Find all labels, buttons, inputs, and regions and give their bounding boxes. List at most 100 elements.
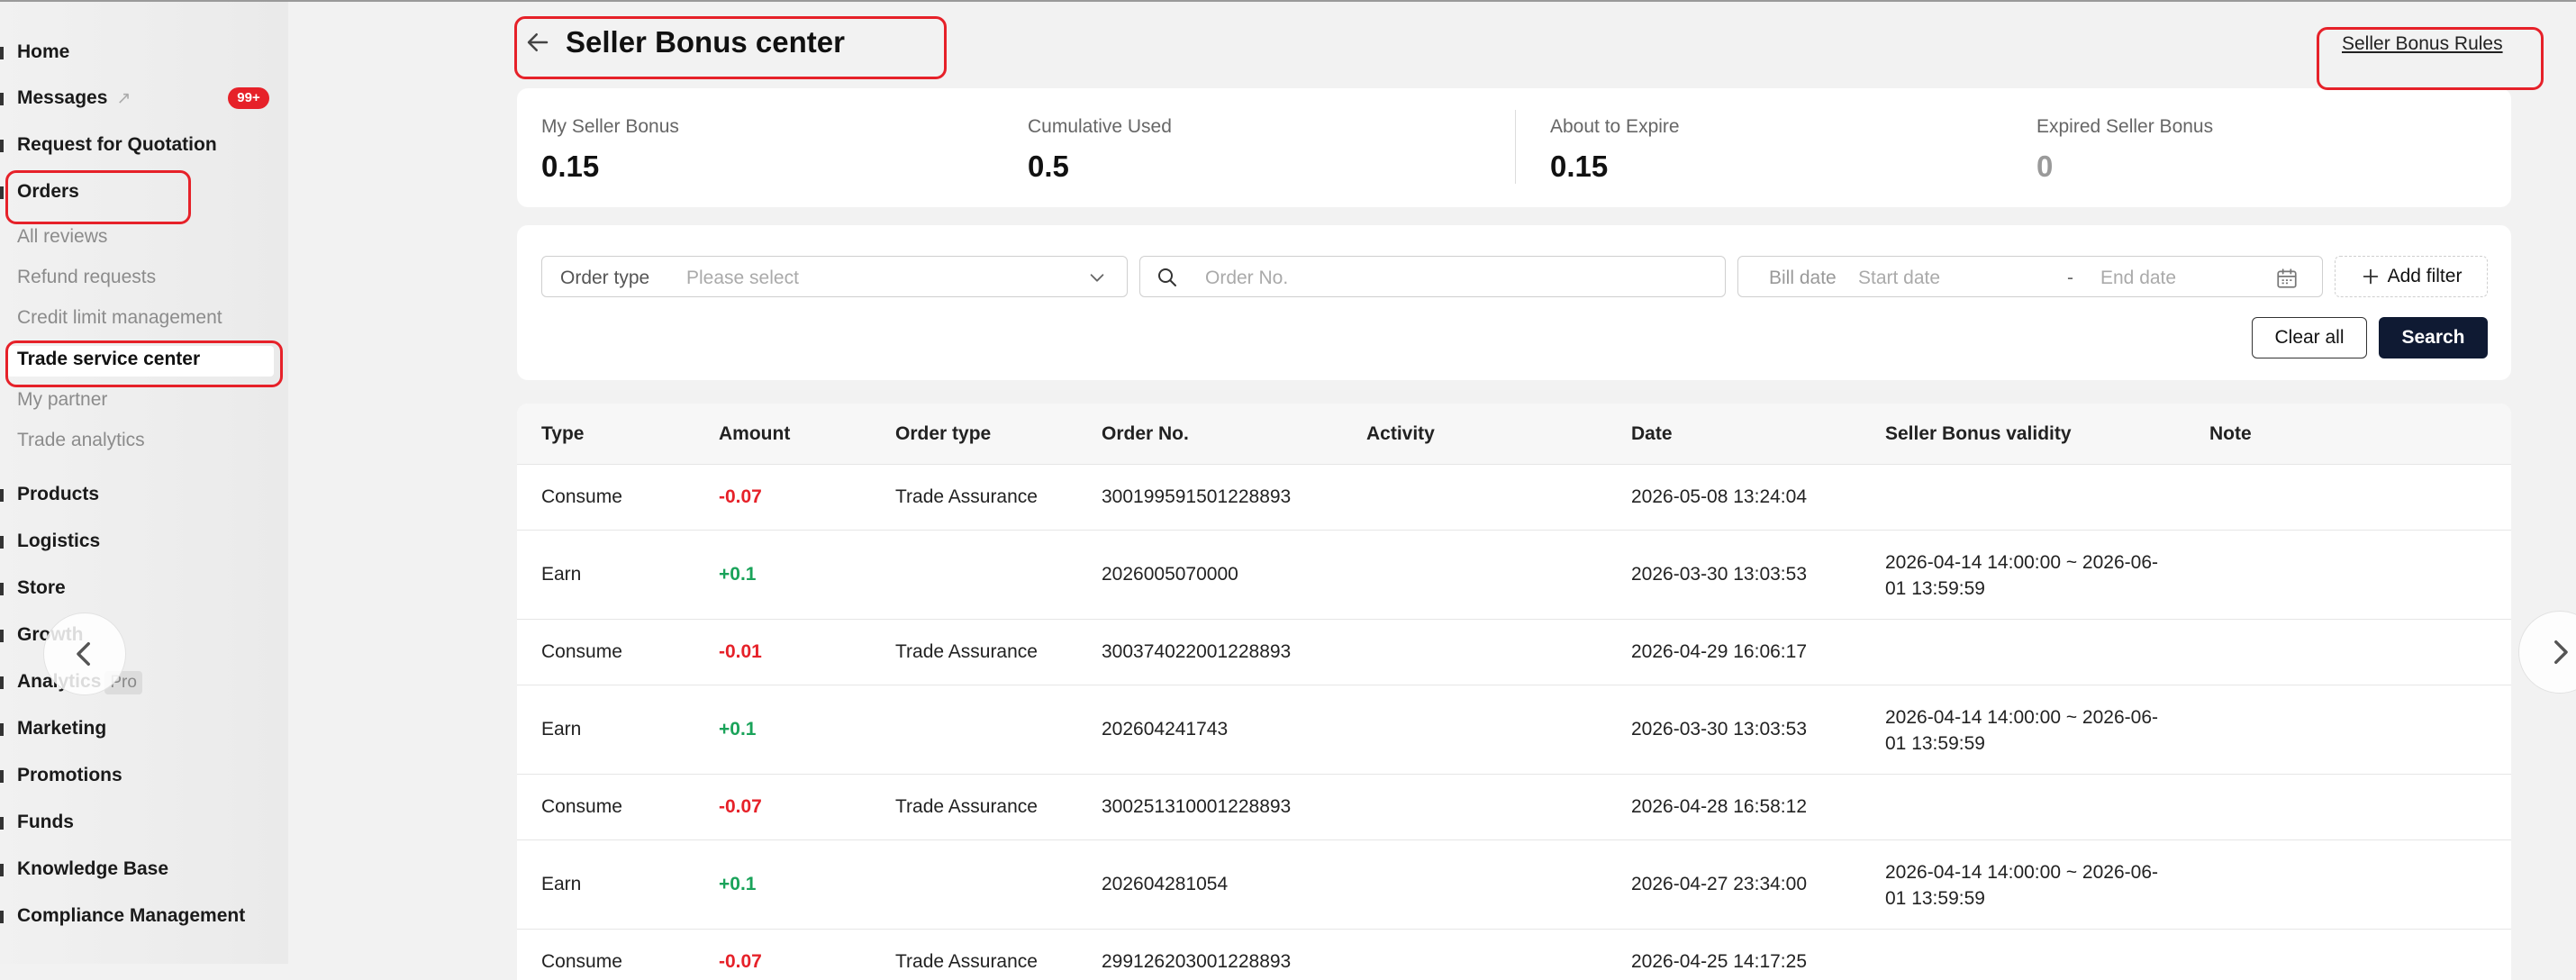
nav-bullet [0, 864, 4, 876]
cell-order-no: 2026005070000 [1102, 564, 1238, 585]
filter-card [517, 225, 2511, 380]
sidebar-item-marketing[interactable]: Marketing [17, 718, 106, 740]
table-row: Earn +0.1 2026005070000 2026-03-30 13:03… [517, 531, 2511, 620]
cell-order-type: Trade Assurance [895, 486, 1038, 507]
stat-label-about-to-expire: About to Expire [1550, 116, 1680, 137]
sidebar-item-label: Promotions [17, 765, 122, 785]
sidebar-item-knowledge-base[interactable]: Knowledge Base [17, 858, 168, 880]
start-date-input[interactable]: Start date [1858, 268, 1940, 289]
sidebar-item-messages[interactable]: Messages ↗ [17, 87, 131, 109]
column-header-validity: Seller Bonus validity [1885, 423, 2072, 444]
cell-amount: +0.1 [719, 874, 757, 894]
nav-bullet [0, 140, 4, 152]
sidebar-item-products[interactable]: Products [17, 484, 99, 505]
cell-date: 2026-03-30 13:03:53 [1631, 719, 1807, 740]
stat-label-cumulative-used: Cumulative Used [1028, 116, 1172, 137]
chevron-right-icon [2554, 640, 2568, 665]
sidebar-subitem-refund-requests[interactable]: Refund requests [17, 267, 156, 288]
cell-amount: +0.1 [719, 719, 757, 740]
table-row: Consume -0.07 Trade Assurance 3001995915… [517, 465, 2511, 531]
cell-order-no: 202604281054 [1102, 874, 1229, 894]
stat-label-my-bonus: My Seller Bonus [541, 116, 679, 137]
nav-bullet [0, 47, 4, 59]
stat-value-cumulative-used: 0.5 [1028, 150, 1069, 183]
cell-validity: 2026-04-14 14:00:00 ~ 2026-06-01 13:59:5… [1885, 707, 2158, 754]
sidebar-item-promotions[interactable]: Promotions [17, 765, 122, 786]
column-header-note: Note [2209, 423, 2252, 444]
cell-order-no: 300374022001228893 [1102, 641, 1292, 662]
page-header: Seller Bonus center [524, 25, 845, 59]
add-filter-button[interactable]: Add filter [2335, 256, 2488, 297]
stat-value-my-bonus: 0.15 [541, 150, 600, 183]
order-type-select[interactable]: Order type Please select [541, 256, 1128, 297]
back-arrow-icon[interactable] [524, 29, 551, 56]
sidebar-item-label: Request for Quotation [17, 134, 217, 155]
sidebar-subitem-credit-limit[interactable]: Credit limit management [17, 307, 222, 329]
end-date-input[interactable]: End date [2100, 268, 2176, 289]
nav-bullet [0, 723, 4, 736]
sidebar-item-funds[interactable]: Funds [17, 812, 74, 833]
cell-order-no: 202604241743 [1102, 719, 1229, 740]
sidebar-item-label: Products [17, 484, 100, 504]
sidebar-item-home[interactable]: Home [17, 41, 69, 63]
cell-type: Consume [541, 641, 622, 662]
sidebar-item-label: Funds [17, 812, 74, 832]
cell-type: Earn [541, 719, 582, 740]
external-link-icon: ↗ [116, 89, 132, 108]
cell-order-type: Trade Assurance [895, 951, 1038, 972]
sidebar-item-compliance[interactable]: Compliance Management [17, 905, 245, 927]
chevron-left-icon [77, 641, 90, 667]
cell-type: Consume [541, 796, 622, 817]
search-button[interactable]: Search [2379, 317, 2488, 358]
stat-label-expired: Expired Seller Bonus [2036, 116, 2214, 137]
order-no-search[interactable]: Order No. [1139, 256, 1726, 297]
nav-bullet [0, 489, 4, 502]
cell-date: 2026-03-30 13:03:53 [1631, 564, 1807, 585]
cell-type: Consume [541, 486, 622, 507]
sidebar-item-label: Home [17, 41, 70, 62]
cell-amount: -0.07 [719, 486, 762, 507]
nav-bullet [0, 630, 4, 642]
clear-all-button[interactable]: Clear all [2252, 317, 2367, 358]
sidebar-subitem-trade-service-center[interactable]: Trade service center [17, 349, 200, 370]
carousel-next-button[interactable] [2518, 611, 2576, 694]
search-icon [1158, 268, 1176, 286]
sidebar-subitem-my-partner[interactable]: My partner [17, 389, 107, 411]
sidebar-item-orders[interactable]: Orders [17, 181, 79, 203]
sidebar-item-label: Orders [17, 181, 79, 202]
cell-type: Consume [541, 951, 622, 972]
sidebar-item-rfq[interactable]: Request for Quotation [17, 134, 217, 156]
nav-bullet [0, 817, 4, 830]
cell-order-type: Trade Assurance [895, 641, 1038, 662]
table-row: Consume -0.07 Trade Assurance 3002513100… [517, 775, 2511, 840]
cell-type: Earn [541, 874, 582, 894]
stat-value-expired: 0 [2036, 150, 2054, 183]
sidebar-item-store[interactable]: Store [17, 577, 66, 599]
column-header-order-no: Order No. [1102, 423, 1189, 444]
sidebar-subitem-all-reviews[interactable]: All reviews [17, 226, 107, 248]
bonus-records-table: Type Amount Order type Order No. Activit… [517, 404, 2511, 980]
nav-bullet [0, 93, 4, 105]
bill-date-label: Bill date [1769, 268, 1837, 288]
nav-bullet [0, 770, 4, 783]
cell-order-no: 300251310001228893 [1102, 796, 1292, 817]
table-row: Consume -0.07 Trade Assurance 2991262030… [517, 930, 2511, 980]
sidebar-item-label: Logistics [17, 531, 101, 551]
cell-date: 2026-04-28 16:58:12 [1631, 796, 1807, 817]
page-title: Seller Bonus center [566, 25, 845, 59]
cell-order-no: 299126203001228893 [1102, 951, 1292, 972]
sidebar-item-label: Knowledge Base [17, 858, 169, 879]
table-row: Earn +0.1 202604281054 2026-04-27 23:34:… [517, 840, 2511, 930]
bill-date-range[interactable]: Bill date Start date - End date [1737, 256, 2323, 297]
sidebar-item-label: Compliance Management [17, 905, 246, 926]
sidebar-item-label: Messages [17, 87, 108, 108]
carousel-prev-button[interactable] [43, 612, 126, 695]
cell-order-type: Trade Assurance [895, 796, 1038, 817]
order-type-label: Order type [560, 268, 650, 288]
sidebar-item-logistics[interactable]: Logistics [17, 531, 100, 552]
nav-bullet [0, 186, 4, 199]
add-filter-label: Add filter [2387, 266, 2463, 286]
cell-date: 2026-04-27 23:34:00 [1631, 874, 1807, 894]
sidebar-subitem-trade-analytics[interactable]: Trade analytics [17, 430, 145, 451]
seller-bonus-rules-link[interactable]: Seller Bonus Rules [2342, 33, 2503, 55]
